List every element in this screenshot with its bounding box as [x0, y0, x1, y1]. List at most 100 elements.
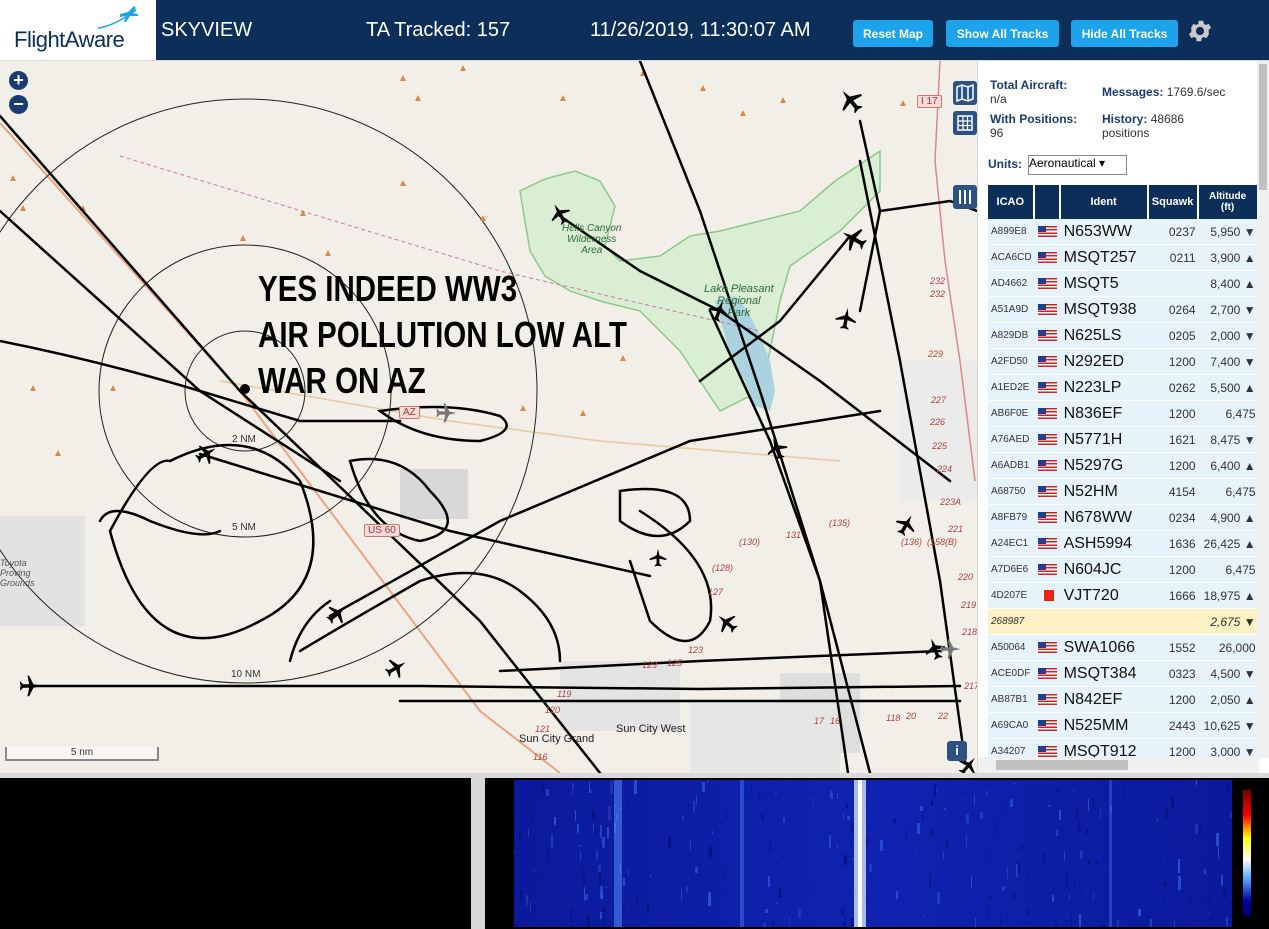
route-number: 232	[930, 289, 946, 299]
scrollbar-thumb[interactable]	[996, 760, 1128, 770]
aircraft-row[interactable]: ACE0DF MSQT384 0323 4,500 ▼	[988, 661, 1259, 687]
route-number: 223A	[940, 497, 962, 507]
aircraft-ident: N292ED	[1060, 349, 1149, 375]
aircraft-squawk: 2443	[1148, 713, 1199, 739]
aircraft-icao: A8FB79	[988, 505, 1035, 531]
column-header-icao[interactable]: ICAO	[988, 185, 1035, 219]
route-number: 220	[958, 572, 974, 582]
route-number: 225	[932, 441, 948, 451]
red-flag-icon	[1043, 589, 1054, 601]
aircraft-row[interactable]: A50064 SWA1066 1552 26,000	[988, 635, 1259, 661]
aircraft-row[interactable]: A51A9D MSQT938 0264 2,700 ▼	[988, 297, 1259, 323]
route-number: 119	[557, 689, 572, 699]
map-attribution-info-button[interactable]: i	[947, 741, 967, 761]
top-bar: FlightAware SKYVIEW TA Tracked: 157 11/2…	[0, 0, 1269, 60]
aircraft-row[interactable]: A2FD50 N292ED 1200 7,400 ▼	[988, 349, 1259, 375]
aircraft-icao: A50064	[988, 635, 1035, 661]
aircraft-ident: N625LS	[1060, 323, 1149, 349]
aircraft-row[interactable]: A1ED2E N223LP 0262 5,500 ▲	[988, 375, 1259, 401]
us-flag-icon	[1037, 433, 1057, 445]
show-all-tracks-button[interactable]: Show All Tracks	[946, 20, 1059, 47]
aircraft-ident: N678WW	[1060, 505, 1149, 531]
aircraft-altitude: 2,000 ▼	[1198, 323, 1259, 349]
range-ring-label: 5 NM	[232, 522, 256, 533]
map-canvas	[0, 61, 977, 773]
spectrum-panel	[0, 778, 471, 929]
us-flag-icon	[1037, 641, 1057, 653]
units-dropdown[interactable]: Aeronautical ▾	[1028, 155, 1127, 175]
zoom-out-button[interactable]: −	[9, 95, 28, 114]
aircraft-row[interactable]: A7D6E6 N604JC 1200 6,475	[988, 557, 1259, 583]
aircraft-row[interactable]: A8FB79 N678WW 0234 4,900 ▲	[988, 505, 1259, 531]
aircraft-row[interactable]: A69CA0 N525MM 2443 10,625 ▼	[988, 713, 1259, 739]
place-label-proving-grounds: Toyota Proving Grounds	[0, 558, 35, 588]
aircraft-row[interactable]: AD4662 MSQT5 8,400 ▲	[988, 271, 1259, 297]
aircraft-icao: A2FD50	[988, 349, 1035, 375]
route-number: 227	[931, 395, 947, 405]
aircraft-icao: ACE0DF	[988, 661, 1035, 687]
aircraft-flag	[1034, 245, 1061, 271]
aircraft-altitude: 5,950 ▼	[1198, 219, 1259, 245]
total-aircraft-stat: Total Aircraft: n/a	[990, 78, 1067, 106]
zoom-in-button[interactable]: +	[9, 71, 28, 90]
aircraft-ident: MSQT5	[1060, 271, 1149, 297]
aircraft-flag	[1034, 479, 1061, 505]
map-layers-button[interactable]	[953, 81, 977, 105]
aircraft-icao: A76AED	[988, 427, 1035, 453]
aircraft-ident: SWA1066	[1060, 635, 1149, 661]
aircraft-altitude: 4,900 ▲	[1198, 505, 1259, 531]
aircraft-row[interactable]: A68750 N52HM 4154 6,475	[988, 479, 1259, 505]
aircraft-icao: AD4662	[988, 271, 1035, 297]
stat-label: History:	[1102, 112, 1148, 126]
tracked-count: TA Tracked: 157	[366, 19, 511, 41]
route-number: (136)	[901, 537, 923, 547]
aircraft-ident: N604JC	[1060, 557, 1149, 583]
aircraft-altitude: 3,900 ▲	[1198, 245, 1259, 271]
park-label-hells-canyon: Hells Canyon Wilderness Area	[562, 223, 622, 256]
aircraft-squawk: 0323	[1148, 661, 1199, 687]
aircraft-row[interactable]: 268987 2,675 ▼	[988, 609, 1259, 635]
flightaware-logo[interactable]: FlightAware	[0, 0, 156, 60]
grid-toggle-button[interactable]	[953, 111, 977, 135]
stat-value: 1769.6/sec	[1166, 85, 1226, 99]
aircraft-squawk: 1666	[1148, 583, 1199, 609]
aircraft-row[interactable]: A24EC1 ASH5994 1636 26,425 ▲	[988, 531, 1259, 557]
aircraft-row[interactable]: A829DB N625LS 0205 2,000 ▼	[988, 323, 1259, 349]
aircraft-flag	[1034, 427, 1061, 453]
aircraft-icao: ACA6CD	[988, 245, 1035, 271]
column-header-altitude[interactable]: Altitude (ft)	[1198, 185, 1259, 219]
route-number: 224	[937, 464, 953, 474]
aircraft-row[interactable]: ACA6CD MSQT257 0211 3,900 ▲	[988, 245, 1259, 271]
aircraft-row[interactable]: A6ADB1 N5297G 1200 6,400 ▲	[988, 453, 1259, 479]
aircraft-row[interactable]: AB87B1 N842EF 1200 2,050 ▲	[988, 687, 1259, 713]
aircraft-altitude: 6,400 ▲	[1198, 453, 1259, 479]
aircraft-squawk: 0237	[1148, 219, 1199, 245]
route-number: 125	[667, 658, 683, 668]
route-number: 229	[928, 349, 944, 359]
aircraft-icao: A899E8	[988, 219, 1035, 245]
road-shield-us60: US 60	[364, 524, 400, 537]
aircraft-row[interactable]: AB6F0E N836EF 1200 6,475	[988, 401, 1259, 427]
map-view[interactable]: + − YES INDEED WW3 AIR POLLUTION LOW ALT…	[0, 61, 977, 773]
scrollbar-thumb[interactable]	[1259, 64, 1267, 190]
column-header-ident[interactable]: Ident	[1060, 185, 1149, 219]
reset-map-button[interactable]: Reset Map	[853, 20, 933, 47]
stat-label: Total Aircraft:	[990, 78, 1068, 92]
route-number: 123	[688, 645, 704, 655]
column-header-flag[interactable]	[1034, 185, 1061, 219]
gear-icon[interactable]	[1186, 17, 1214, 45]
aircraft-ident: MSQT384	[1060, 661, 1149, 687]
sidebar-toggle-button[interactable]	[953, 185, 977, 209]
aircraft-altitude: 10,625 ▼	[1198, 713, 1259, 739]
aircraft-row[interactable]: A899E8 N653WW 0237 5,950 ▼	[988, 219, 1259, 245]
column-header-squawk[interactable]: Squawk	[1148, 185, 1199, 219]
aircraft-ident: N5297G	[1060, 453, 1149, 479]
route-number: 16	[830, 716, 841, 726]
aircraft-icao: A68750	[988, 479, 1035, 505]
aircraft-ident	[1060, 609, 1149, 635]
app-title: SKYVIEW	[161, 19, 253, 41]
aircraft-row[interactable]: A76AED N5771H 1621 8,475 ▼	[988, 427, 1259, 453]
aircraft-icao: A24EC1	[988, 531, 1035, 557]
aircraft-row[interactable]: 4D207E VJT720 1666 18,975 ▲	[988, 583, 1259, 609]
hide-all-tracks-button[interactable]: Hide All Tracks	[1071, 20, 1178, 47]
